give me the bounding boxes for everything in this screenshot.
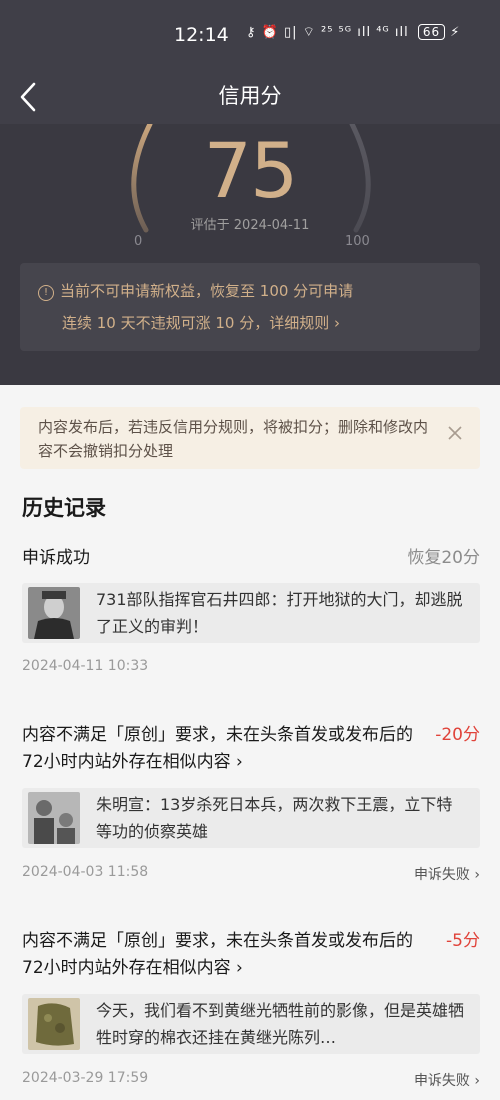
record-score: 恢复20分 (407, 548, 480, 568)
history-record: 内容不满足「原创」要求，未在头条首发或发布后的72小时内站外存在相似内容 › -… (0, 722, 500, 892)
thumbnail-image (28, 587, 80, 639)
record-title: 申诉成功 (22, 548, 90, 568)
info-icon: ! (38, 285, 54, 301)
record-title-link[interactable]: 内容不满足「原创」要求，未在头条首发或发布后的72小时内站外存在相似内容 › (22, 722, 422, 776)
card-text: 朱明宣：13岁杀死日本兵，两次救下王震，立下特等功的侦察英雄 (96, 795, 453, 841)
record-time: 2024-03-29 17:59 (22, 1070, 149, 1086)
charging-icon: ⚡ (450, 25, 461, 40)
record-time: 2024-04-03 11:58 (22, 864, 149, 880)
record-title-link[interactable]: 内容不满足「原创」要求，未在头条首发或发布后的72小时内站外存在相似内容 › (22, 928, 422, 982)
battery-level: 66 (422, 25, 441, 39)
card-text: 今天，我们看不到黄继光牺牲前的影像，但是英雄牺牲时穿的棉衣还挂在黄继光陈列… (96, 1001, 465, 1047)
notice-box: ! 当前不可申请新权益，恢复至 100 分可申请 连续 10 天不违规可涨 10 … (20, 263, 480, 351)
header-panel: 12:14 ⚷ ⏰ ▯| ⌔ ²⁵ ⁵ᴳ ıll ⁴ᴳ ıll 66 ⚡ 信用分 (0, 0, 500, 385)
history-record: 申诉成功 恢复20分 731部队指挥官石井四郎：打开地狱的大门，却逃脱了正义的审… (0, 545, 500, 685)
credit-score-value: 75 (203, 126, 299, 215)
status-time: 12:14 (174, 24, 229, 46)
page-title: 信用分 (218, 84, 282, 108)
warning-text: 内容发布后，若违反信用分规则，将被扣分；删除和修改内容不会撤销扣分处理 (38, 418, 429, 460)
warning-banner: 内容发布后，若违反信用分规则，将被扣分；删除和修改内容不会撤销扣分处理 (20, 407, 480, 469)
notice-text: 当前不可申请新权益，恢复至 100 分可申请 (60, 282, 354, 300)
status-bar: 12:14 ⚷ ⏰ ▯| ⌔ ²⁵ ⁵ᴳ ıll ⁴ᴳ ıll 66 ⚡ (0, 0, 500, 72)
close-icon[interactable] (448, 421, 462, 445)
thumbnail-image (28, 792, 80, 844)
thumbnail-image (28, 998, 80, 1050)
appeal-status-link[interactable]: 申诉失败 › (414, 864, 480, 884)
content-card[interactable]: 朱明宣：13岁杀死日本兵，两次救下王震，立下特等功的侦察英雄 (22, 788, 480, 848)
nav-bar: 信用分 (0, 72, 500, 124)
score-gauge: 75 评估于 2024-04-11 0 100 (0, 124, 500, 264)
record-time: 2024-04-11 10:33 (22, 658, 149, 674)
record-score: -5分 (446, 931, 480, 951)
gauge-max-label: 100 (345, 234, 370, 249)
notice-line1: ! 当前不可申请新权益，恢复至 100 分可申请 (38, 280, 353, 301)
card-text: 731部队指挥官石井四郎：打开地狱的大门，却逃脱了正义的审判！ (96, 590, 463, 636)
score-date: 评估于 2024-04-11 (190, 218, 310, 233)
appeal-status-link[interactable]: 申诉失败 › (414, 1070, 480, 1090)
content-card[interactable]: 今天，我们看不到黄继光牺牲前的影像，但是英雄牺牲时穿的棉衣还挂在黄继光陈列… (22, 994, 480, 1054)
battery-icon: 66 (417, 24, 446, 40)
status-icons: ⚷ ⏰ ▯| ⌔ ²⁵ ⁵ᴳ ıll ⁴ᴳ ıll 66 ⚡ (246, 24, 460, 40)
rules-link[interactable]: 连续 10 天不违规可涨 10 分，详细规则 › (62, 312, 340, 333)
main-content: 内容发布后，若违反信用分规则，将被扣分；删除和修改内容不会撤销扣分处理 历史记录… (0, 385, 500, 1100)
record-score: -20分 (435, 725, 480, 745)
gauge-min-label: 0 (134, 234, 143, 249)
history-record: 内容不满足「原创」要求，未在头条首发或发布后的72小时内站外存在相似内容 › -… (0, 928, 500, 1098)
signal-icons: ⚷ ⏰ ▯| ⌔ ²⁵ ⁵ᴳ ıll ⁴ᴳ ıll (246, 25, 409, 40)
content-card[interactable]: 731部队指挥官石井四郎：打开地狱的大门，却逃脱了正义的审判！ (22, 583, 480, 643)
history-title: 历史记录 (22, 496, 106, 520)
